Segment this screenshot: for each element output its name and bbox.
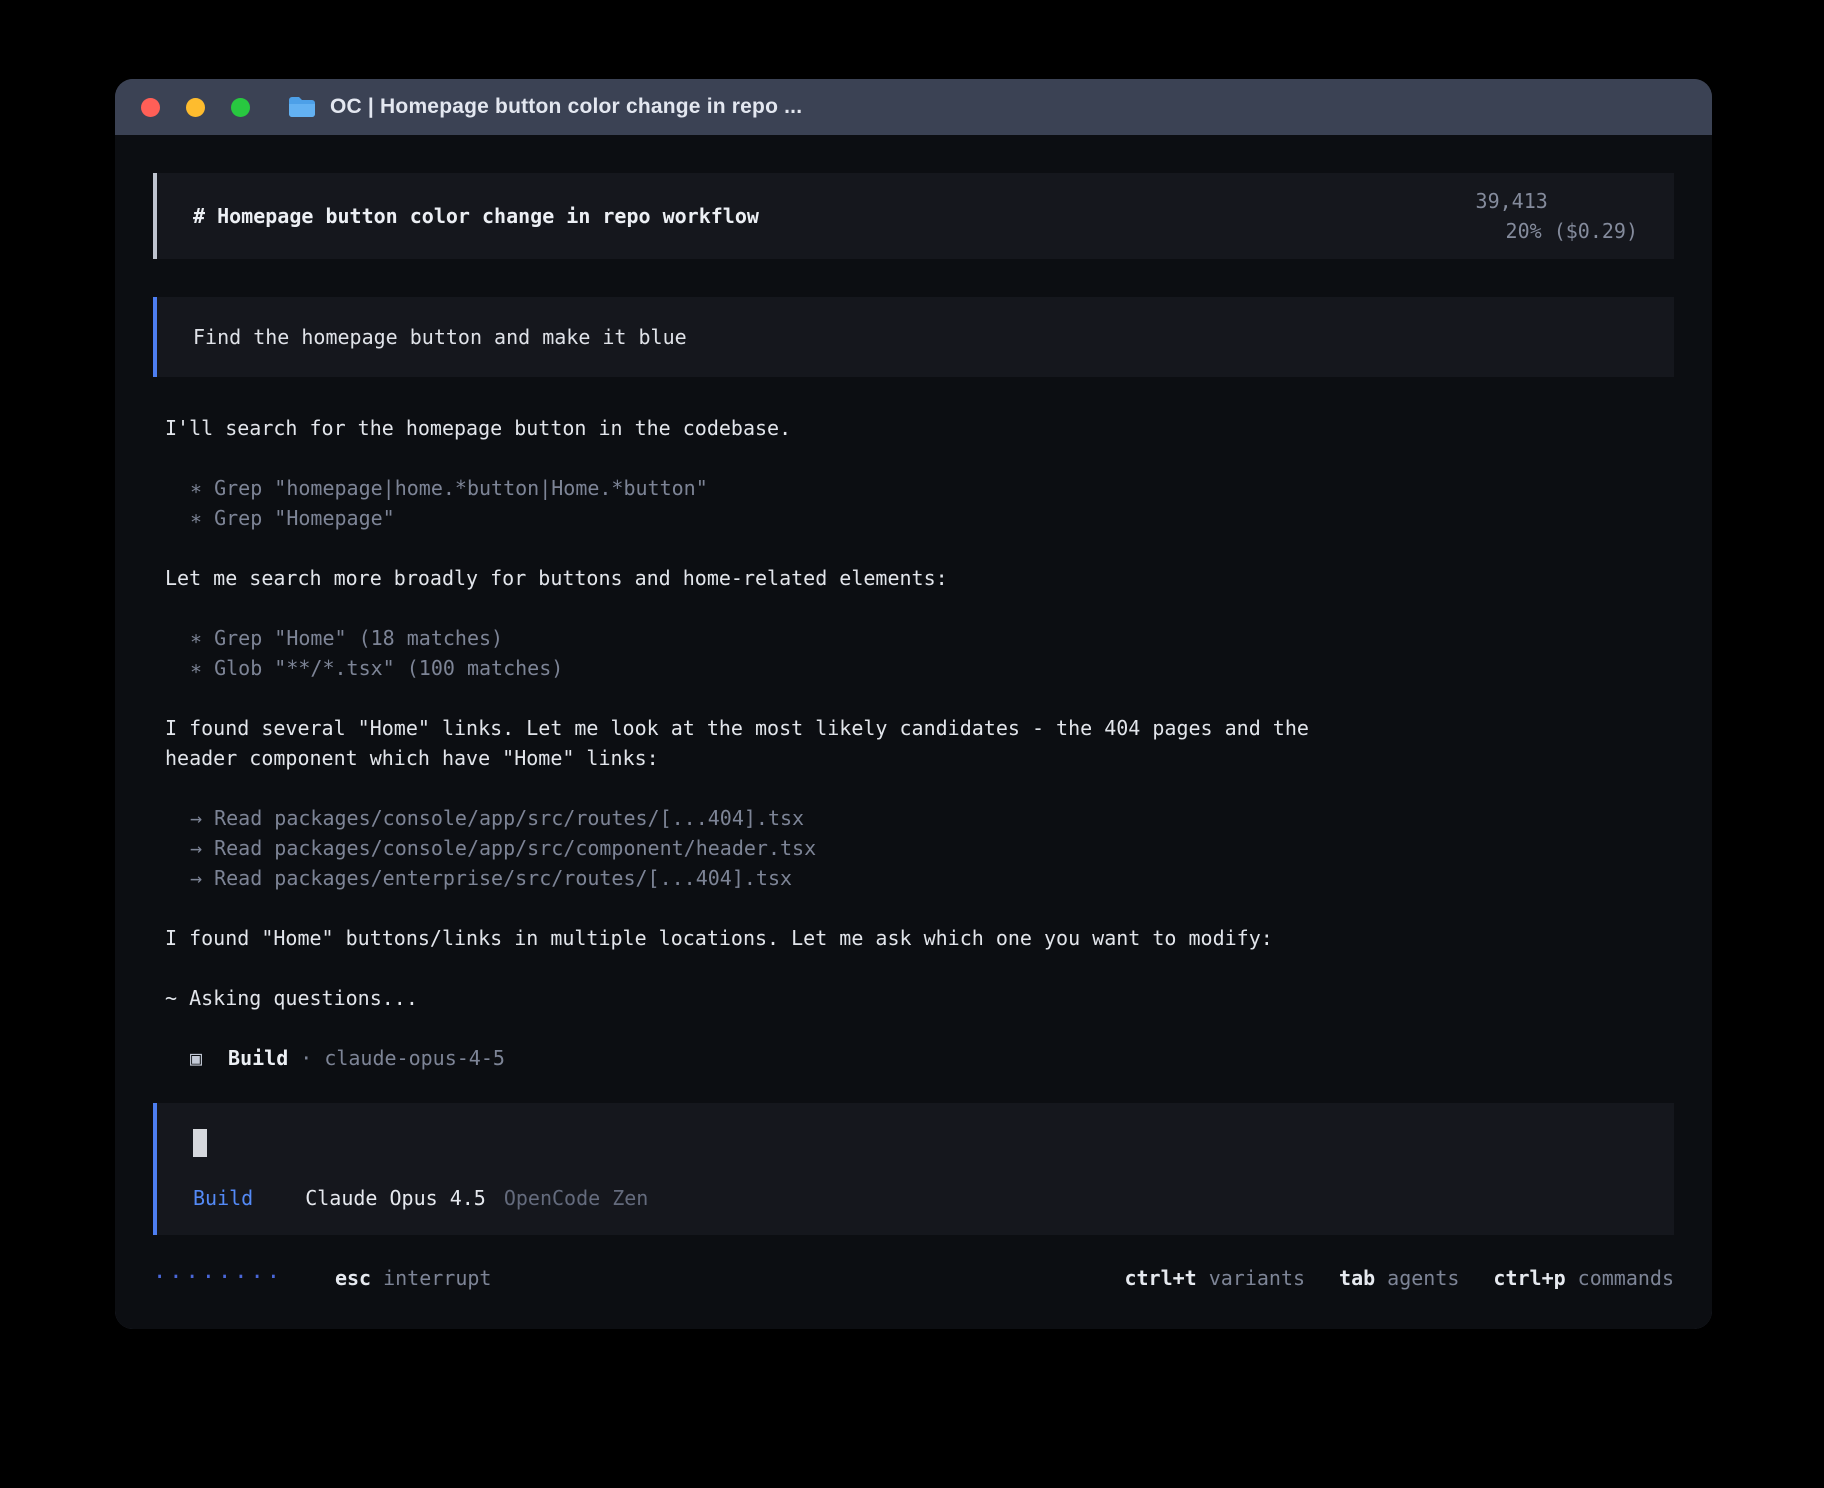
minimize-button[interactable] — [186, 98, 205, 117]
context-percent-cost: 20% ($0.29) — [1506, 219, 1638, 243]
window-titlebar[interactable]: OC | Homepage button color change in rep… — [115, 79, 1712, 135]
session-stats: 39,413 20% ($0.29) — [1379, 156, 1638, 276]
terminal-window: OC | Homepage button color change in rep… — [115, 79, 1712, 1329]
read-call-group: → Read packages/console/app/src/routes/[… — [190, 803, 1674, 893]
window-title: OC | Homepage button color change in rep… — [330, 95, 802, 119]
assistant-paragraph: I found several "Home" links. Let me loo… — [165, 713, 1674, 773]
hint-key: ctrl+t — [1124, 1263, 1196, 1293]
esc-key-hint: esc — [335, 1263, 371, 1293]
assistant-paragraph: Let me search more broadly for buttons a… — [165, 563, 1674, 593]
user-message-text: Find the homepage button and make it blu… — [193, 325, 687, 349]
folder-icon — [288, 96, 316, 118]
agent-attribution: ▣ Build · claude-opus-4-5 — [190, 1043, 1674, 1073]
provider-label: OpenCode Zen — [504, 1186, 649, 1210]
token-count: 39,413 — [1476, 189, 1548, 213]
text-cursor — [193, 1129, 207, 1157]
tool-call-group: ∗ Grep "homepage|home.*button|Home.*butt… — [190, 473, 1674, 533]
input-mode-line: Build Claude Opus 4.5 OpenCode Zen — [193, 1183, 1638, 1213]
read-call-line: → Read packages/enterprise/src/routes/[.… — [190, 863, 1674, 893]
hint-label: commands — [1578, 1263, 1674, 1293]
status-bar: ········ esc interrupt ctrl+t variants t… — [153, 1263, 1674, 1323]
tool-call-line: ∗ Grep "homepage|home.*button|Home.*butt… — [190, 473, 1674, 503]
status-line: ~ Asking questions... — [165, 983, 1674, 1013]
agent-name: Build — [228, 1046, 288, 1070]
paragraph-line: header component which have "Home" links… — [165, 743, 1674, 773]
terminal-content: # Homepage button color change in repo w… — [115, 135, 1712, 1329]
zoom-button[interactable] — [231, 98, 250, 117]
agent-model: claude-opus-4-5 — [324, 1046, 505, 1070]
prompt-input[interactable]: Build Claude Opus 4.5 OpenCode Zen — [153, 1103, 1674, 1235]
hint-agents: tab agents — [1339, 1263, 1459, 1293]
hint-key: tab — [1339, 1263, 1375, 1293]
session-header: # Homepage button color change in repo w… — [153, 173, 1674, 259]
hint-variants: ctrl+t variants — [1124, 1263, 1305, 1293]
separator-dot: · — [300, 1046, 312, 1070]
assistant-paragraph: I found "Home" buttons/links in multiple… — [165, 923, 1674, 953]
read-call-line: → Read packages/console/app/src/routes/[… — [190, 803, 1674, 833]
agent-mode-label[interactable]: Build — [193, 1186, 253, 1210]
close-button[interactable] — [141, 98, 160, 117]
read-call-line: → Read packages/console/app/src/componen… — [190, 833, 1674, 863]
assistant-paragraph: I'll search for the homepage button in t… — [165, 413, 1674, 443]
tool-call-line: ∗ Grep "Homepage" — [190, 503, 1674, 533]
session-title: # Homepage button color change in repo w… — [193, 201, 759, 231]
hint-label: agents — [1387, 1263, 1459, 1293]
paragraph-line: I found several "Home" links. Let me loo… — [165, 713, 1674, 743]
esc-key-label: interrupt — [383, 1263, 491, 1293]
hint-label: variants — [1209, 1263, 1305, 1293]
traffic-lights — [141, 98, 276, 117]
user-message-block: Find the homepage button and make it blu… — [153, 297, 1674, 377]
tool-call-line: ∗ Grep "Home" (18 matches) — [190, 623, 1674, 653]
hint-key: ctrl+p — [1493, 1263, 1565, 1293]
tool-call-group: ∗ Grep "Home" (18 matches) ∗ Glob "**/*.… — [190, 623, 1674, 683]
spinner-dots: ········ — [153, 1263, 283, 1293]
model-name-label[interactable]: Claude Opus 4.5 — [305, 1186, 486, 1210]
agent-badge-icon: ▣ — [190, 1046, 202, 1070]
assistant-response: I'll search for the homepage button in t… — [153, 413, 1674, 1073]
hint-commands: ctrl+p commands — [1493, 1263, 1674, 1293]
tool-call-line: ∗ Glob "**/*.tsx" (100 matches) — [190, 653, 1674, 683]
